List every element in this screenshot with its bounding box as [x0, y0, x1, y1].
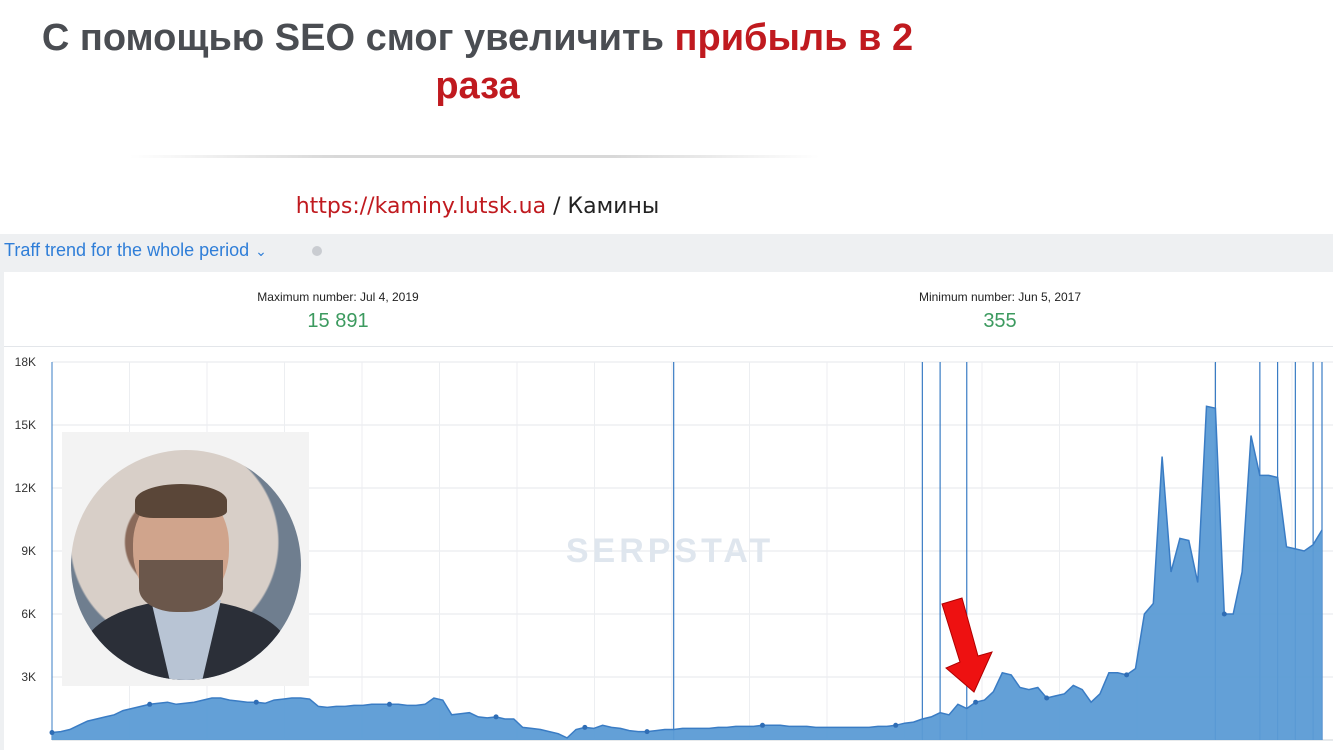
series-marker — [1221, 611, 1227, 617]
series-marker — [493, 714, 499, 720]
y-tick-label: 6K — [21, 607, 36, 621]
avatar-beard — [139, 560, 223, 612]
series-marker — [973, 699, 979, 705]
period-dropdown[interactable]: Traff trend for the whole period ⌄ — [4, 240, 267, 261]
series-marker — [1124, 672, 1130, 678]
y-tick-label: 3K — [21, 670, 36, 684]
series-marker — [147, 701, 153, 707]
series-marker — [386, 701, 392, 707]
headline-prefix: С помощью SEO смог увеличить — [41, 17, 675, 59]
info-icon[interactable] — [312, 246, 322, 256]
series-marker — [582, 724, 588, 730]
y-tick-label: 9K — [21, 544, 36, 558]
series-marker — [759, 722, 765, 728]
chevron-down-icon: ⌄ — [255, 243, 267, 259]
y-axis-ticks: 18K 15K 12K 9K 6K 3K — [15, 355, 36, 684]
avatar-hair — [135, 484, 227, 518]
y-tick-label: 15K — [15, 418, 36, 432]
series-marker — [893, 722, 899, 728]
min-stat-value: 355 — [983, 310, 1017, 332]
headline-line2: раза — [435, 65, 520, 107]
headline-highlight: прибыль в 2 — [674, 17, 914, 59]
y-tick-label: 12K — [15, 481, 36, 495]
site-separator: / — [546, 194, 568, 219]
series-marker — [644, 729, 650, 735]
min-stat-label: Minimum number: Jun 5, 2017 — [918, 290, 1082, 304]
max-stat: Maximum number: Jul 4, 2019 15 891 — [188, 290, 488, 333]
author-avatar — [71, 450, 301, 680]
min-stat: Minimum number: Jun 5, 2017 355 — [850, 290, 1150, 333]
serpstat-watermark: SERPSTAT — [566, 532, 774, 570]
site-line: https://kaminy.lutsk.ua / Камины — [0, 194, 955, 219]
site-url[interactable]: https://kaminy.lutsk.ua — [296, 194, 546, 219]
series-marker — [49, 730, 55, 736]
series-marker — [253, 699, 259, 705]
page-headline: С помощью SEO смог увеличить прибыль в 2… — [0, 14, 955, 110]
period-dropdown-label: Traff trend for the whole period — [4, 240, 250, 260]
max-stat-value: 15 891 — [307, 310, 369, 332]
site-category: Камины — [567, 194, 660, 219]
divider — [130, 155, 820, 158]
y-tick-label: 18K — [15, 355, 36, 369]
max-stat-label: Maximum number: Jul 4, 2019 — [257, 290, 419, 304]
series-marker — [1044, 695, 1050, 701]
